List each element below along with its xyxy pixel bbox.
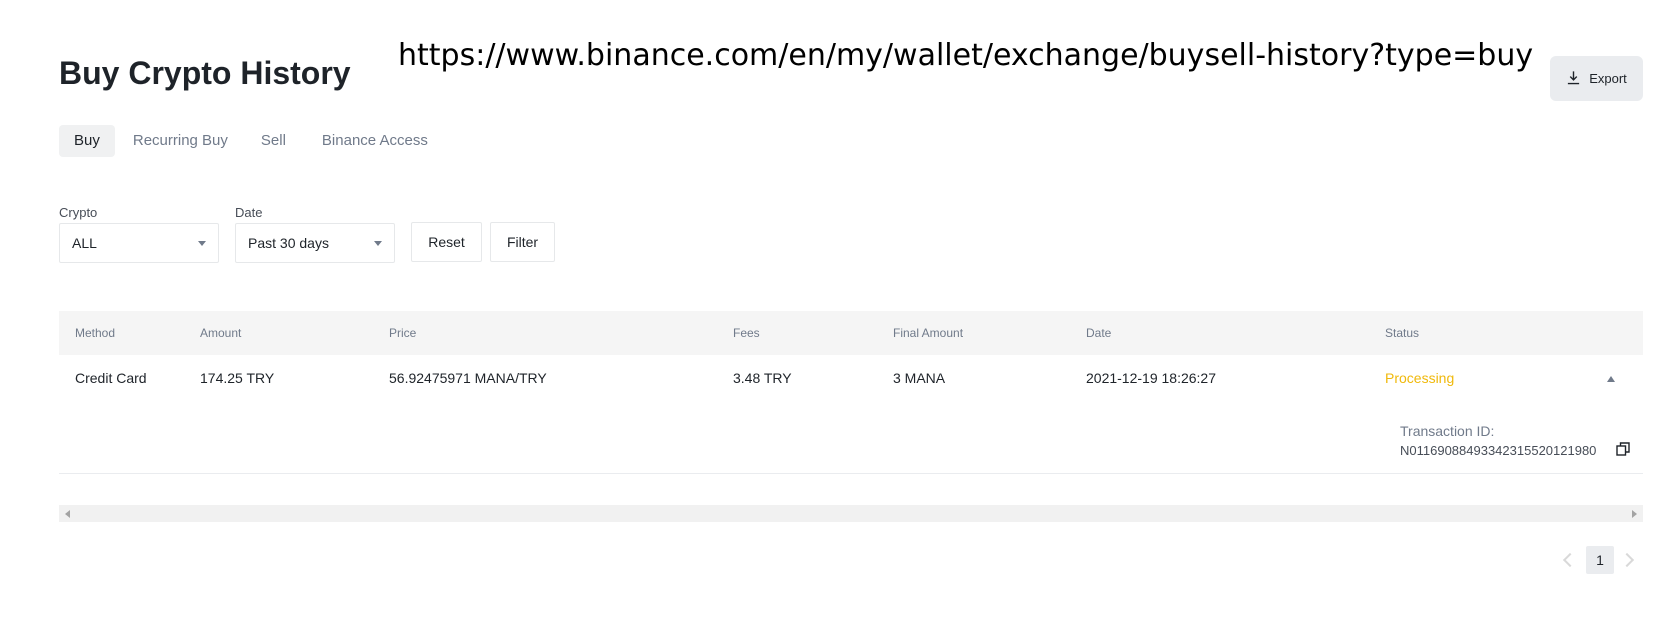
pagination-page[interactable]: 1 [1586,546,1614,574]
chevron-left-icon[interactable] [1562,552,1578,568]
scroll-left-icon[interactable] [65,510,70,518]
column-header-final-amount: Final Amount [893,326,964,340]
cell-fees: 3.48 TRY [733,370,792,386]
filter-button[interactable]: Filter [490,222,555,262]
cell-method: Credit Card [75,370,147,386]
tab-sell[interactable]: Sell [246,125,301,157]
column-header-method: Method [75,326,116,340]
copy-icon[interactable] [1616,442,1630,456]
crypto-select-value: ALL [72,235,97,251]
scroll-right-icon[interactable] [1632,510,1637,518]
transaction-id-label: Transaction ID: [1400,423,1495,439]
column-header-fees: Fees [733,326,760,340]
tab-binance-access[interactable]: Binance Access [307,125,443,157]
cell-date: 2021-12-19 18:26:27 [1086,370,1216,386]
horizontal-scrollbar[interactable] [59,505,1643,522]
table-header: Method Amount Price Fees Final Amount Da… [59,311,1643,355]
history-tabs: Buy Recurring Buy Sell Binance Access [59,125,449,157]
column-header-status: Status [1385,326,1420,340]
chevron-down-icon [198,240,206,246]
reset-button[interactable]: Reset [411,222,482,262]
column-header-price: Price [389,326,417,340]
chevron-right-icon[interactable] [1619,552,1635,568]
date-select-value: Past 30 days [248,235,329,251]
collapse-row-icon[interactable] [1607,376,1615,382]
chevron-down-icon [374,240,382,246]
date-filter-label: Date [235,205,263,220]
cell-final-amount: 3 MANA [893,370,946,386]
download-icon [1566,70,1581,88]
column-header-date: Date [1086,326,1112,340]
transaction-id-value: N01169088493342315520121980 [1400,443,1597,458]
date-select[interactable]: Past 30 days [235,223,395,263]
status-badge: Processing [1385,370,1455,386]
export-button[interactable]: Export [1550,56,1643,101]
export-label: Export [1589,71,1627,86]
table-row[interactable]: Credit Card 174.25 TRY 56.92475971 MANA/… [59,355,1643,401]
page-title: Buy Crypto History [59,55,351,91]
url-overlay-text: https://www.binance.com/en/my/wallet/exc… [398,38,1534,73]
column-header-amount: Amount [200,326,242,340]
crypto-filter-label: Crypto [59,205,98,220]
cell-amount: 174.25 TRY [200,370,275,386]
tab-recurring-buy[interactable]: Recurring Buy [121,125,240,157]
crypto-select[interactable]: ALL [59,223,219,263]
cell-price: 56.92475971 MANA/TRY [389,370,547,386]
tab-buy[interactable]: Buy [59,125,115,157]
row-divider [59,473,1643,474]
